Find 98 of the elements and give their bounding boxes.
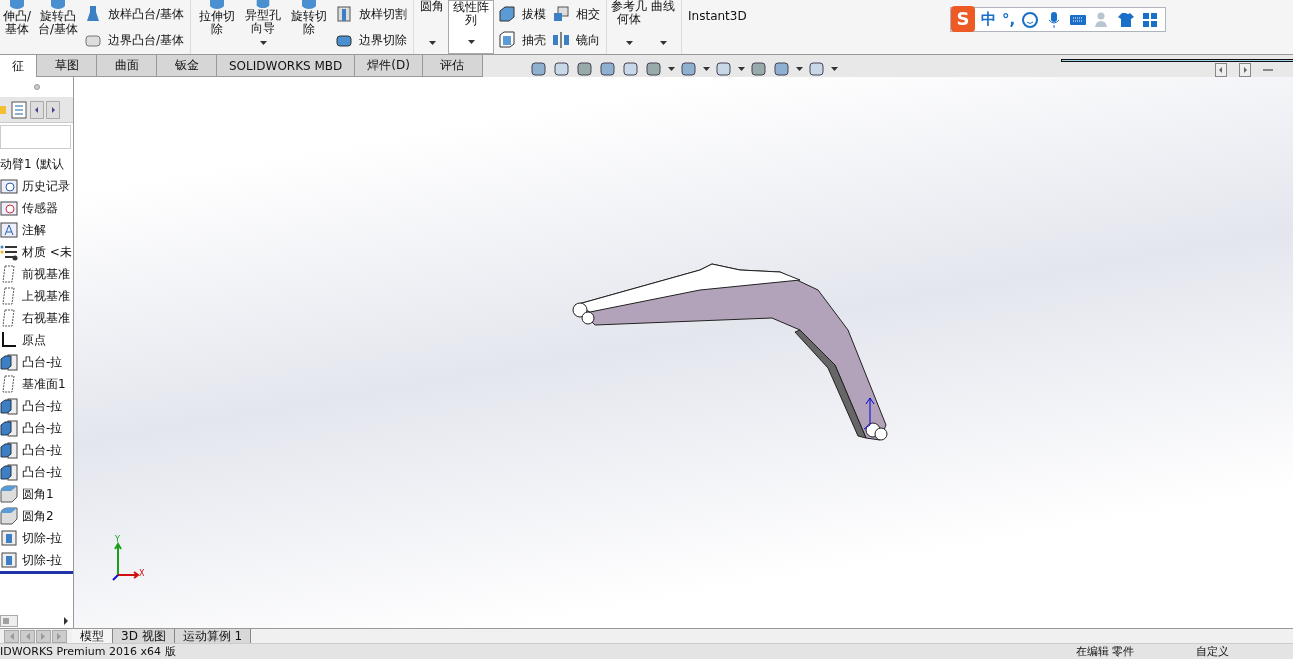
tree-item[interactable]: 上视基准 bbox=[22, 287, 70, 305]
ribbon-button[interactable]: 边界切除 bbox=[333, 30, 410, 50]
caret-icon bbox=[831, 67, 838, 71]
origin-icon bbox=[0, 331, 18, 349]
tree-item[interactable]: 凸台-拉 bbox=[22, 353, 63, 371]
tree-item[interactable]: 材质 <未 bbox=[22, 243, 72, 261]
caret-icon bbox=[428, 41, 436, 45]
ime-logo: S bbox=[951, 5, 975, 32]
y-axis-label: Y bbox=[115, 535, 120, 544]
ribbon-button[interactable]: 放样凸台/基体 bbox=[82, 4, 187, 24]
intersect-icon bbox=[552, 5, 571, 23]
annotation-icon bbox=[0, 221, 18, 239]
tree-item[interactable]: 切除-拉 bbox=[22, 551, 63, 569]
loft-cut-icon bbox=[335, 5, 354, 23]
property-tab-icon bbox=[10, 99, 28, 120]
feature-icon bbox=[300, 0, 319, 10]
tree-item[interactable]: 圆角1 bbox=[22, 485, 54, 503]
fillet-icon bbox=[0, 507, 18, 525]
ribbon-tab[interactable]: 草图 bbox=[37, 55, 97, 77]
caret-icon bbox=[467, 40, 475, 44]
material-list-icon bbox=[0, 243, 18, 261]
grip-dot-icon bbox=[33, 84, 40, 90]
plane-icon bbox=[0, 375, 18, 393]
caret-icon bbox=[668, 67, 675, 71]
feature-icon bbox=[49, 0, 67, 10]
boss-extrude-icon bbox=[0, 353, 18, 371]
tree-item[interactable]: 基准面1 bbox=[22, 375, 66, 393]
tree-item[interactable]: 凸台-拉 bbox=[22, 397, 63, 415]
scroll-left-icon bbox=[30, 100, 44, 119]
filter-field[interactable] bbox=[0, 125, 71, 149]
smiley-icon bbox=[1021, 10, 1040, 29]
ribbon-button[interactable]: 线性阵列 bbox=[448, 0, 495, 54]
scroll-right-icon bbox=[63, 617, 69, 625]
cut-extrude-icon bbox=[0, 529, 18, 547]
fillet-icon bbox=[0, 485, 18, 503]
status-mode: 在编辑 零件 bbox=[1076, 644, 1136, 659]
tree-item[interactable]: 右视基准 bbox=[22, 309, 70, 327]
caret-icon bbox=[259, 41, 267, 45]
ime-punctuation-toggle[interactable]: °, bbox=[1002, 10, 1016, 29]
ribbon-tab[interactable]: SOLIDWORKS MBD bbox=[217, 55, 356, 77]
ribbon-button[interactable]: 拔模 bbox=[496, 4, 549, 24]
tree-item[interactable]: 凸台-拉 bbox=[22, 419, 63, 437]
ribbon-tab[interactable]: 曲面 bbox=[97, 55, 157, 77]
ime-mode-toggle[interactable]: 中 bbox=[981, 10, 996, 29]
tree-item[interactable]: 切除-拉 bbox=[22, 529, 63, 547]
ribbon-button[interactable]: 边界凸台/基体 bbox=[82, 30, 187, 50]
ribbon-button[interactable]: 旋转切除 bbox=[287, 0, 332, 54]
ribbon-button[interactable]: 圆角 bbox=[418, 0, 447, 54]
tree-item[interactable]: 凸台-拉 bbox=[22, 463, 63, 481]
caret-icon bbox=[738, 67, 745, 71]
ribbon-tab[interactable]: 评估 bbox=[422, 55, 483, 77]
ribbon-button[interactable]: 拉伸切除 bbox=[195, 0, 240, 54]
ribbon-button[interactable]: 镜向 bbox=[550, 30, 603, 50]
boss-extrude-icon bbox=[0, 397, 18, 415]
ribbon-button[interactable]: 伸凸/基体 bbox=[0, 0, 34, 54]
ribbon-button[interactable]: 抽壳 bbox=[496, 30, 549, 50]
mirror-icon bbox=[552, 31, 571, 49]
caret-icon bbox=[659, 41, 667, 45]
x-axis-label: X bbox=[139, 569, 145, 578]
tree-item[interactable]: 传感器 bbox=[22, 199, 58, 217]
ribbon-button[interactable]: 相交 bbox=[550, 4, 603, 24]
ribbon-tab[interactable]: 焊件(D) bbox=[355, 55, 423, 77]
cut-extrude-icon bbox=[0, 551, 18, 569]
plane-icon bbox=[0, 265, 18, 283]
plane-icon bbox=[0, 287, 18, 305]
boss-extrude-icon bbox=[0, 419, 18, 437]
status-text: IDWORKS Premium 2016 x64 版 bbox=[0, 644, 177, 659]
plane-icon bbox=[0, 309, 18, 327]
ribbon-tab[interactable]: 钣金 bbox=[157, 55, 217, 77]
scroll-right-icon bbox=[46, 100, 60, 119]
grid-icon bbox=[1141, 10, 1160, 29]
ribbon-button[interactable]: 参考几何体 bbox=[611, 0, 648, 54]
feature-icon bbox=[8, 0, 26, 10]
caret-icon bbox=[796, 67, 803, 71]
instant3d-button[interactable]: Instant3D bbox=[686, 6, 749, 26]
tree-item[interactable]: 注解 bbox=[22, 221, 46, 239]
boss-extrude-icon bbox=[0, 441, 18, 459]
tree-item[interactable]: 凸台-拉 bbox=[22, 441, 63, 459]
draft-icon bbox=[498, 5, 517, 23]
tree-item[interactable]: 原点 bbox=[22, 331, 46, 349]
tree-item[interactable]: 历史记录 bbox=[22, 177, 70, 195]
caret-icon bbox=[625, 41, 633, 45]
feature-icon bbox=[208, 0, 227, 10]
tree-item[interactable]: 前视基准 bbox=[22, 265, 70, 283]
ribbon-button[interactable]: 旋转凸台/基体 bbox=[36, 0, 80, 54]
status-units[interactable]: 自定义 bbox=[1196, 644, 1229, 659]
shell-icon bbox=[498, 31, 517, 49]
tshirt-icon bbox=[1117, 10, 1136, 29]
tree-item[interactable]: 圆角2 bbox=[22, 507, 54, 525]
ribbon-tab[interactable]: 征 bbox=[0, 55, 37, 77]
minimize-icon bbox=[1263, 69, 1273, 71]
ribbon-button[interactable]: 放样切割 bbox=[333, 4, 410, 24]
loft-icon bbox=[84, 5, 102, 23]
caret-icon bbox=[703, 67, 710, 71]
tree-root[interactable]: 动臂1 (默认 bbox=[0, 155, 65, 173]
boss-extrude-icon bbox=[0, 463, 18, 481]
ribbon-button[interactable]: 异型孔向导 bbox=[241, 0, 286, 54]
ribbon-button[interactable]: 曲线 bbox=[649, 0, 678, 54]
